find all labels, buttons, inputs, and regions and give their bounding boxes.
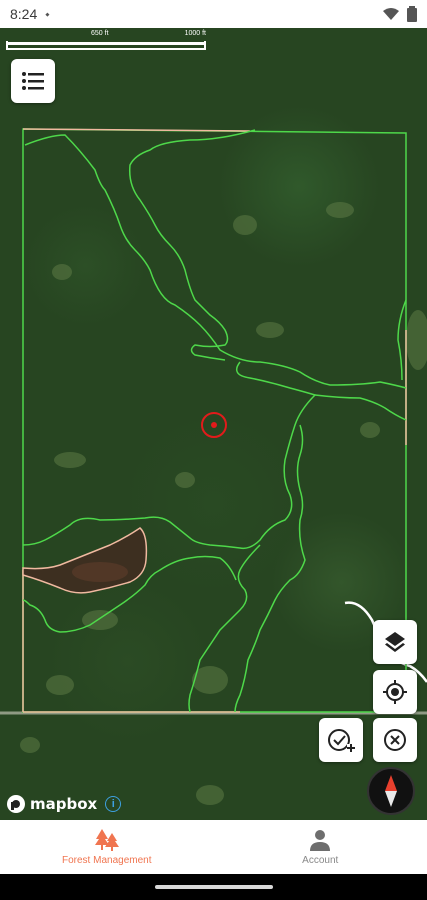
- scale-end-label: 1000 ft: [184, 30, 206, 37]
- bottom-nav: Forest Management Account: [0, 820, 427, 874]
- nav-account[interactable]: Account: [214, 820, 427, 874]
- scale-mid-label: 650 ft: [91, 30, 109, 37]
- status-time: 8:24: [10, 6, 38, 22]
- close-circle-icon: [384, 729, 406, 751]
- status-bar: 8:24 ⬩: [0, 0, 427, 28]
- mapbox-wordmark: mapbox: [30, 795, 98, 813]
- map-view[interactable]: 650 ft 1000 ft mapbox i: [0, 28, 427, 820]
- nav-account-label: Account: [302, 854, 339, 866]
- property-boundary: [22, 128, 407, 713]
- compass-icon: [385, 775, 397, 807]
- mapbox-attribution[interactable]: mapbox i: [6, 794, 122, 814]
- clearings: [20, 202, 427, 805]
- boundary-top-edge: [22, 128, 251, 132]
- notification-dot-icon: ⬩: [45, 6, 50, 21]
- status-icons: [383, 6, 417, 22]
- nav-forest-management[interactable]: Forest Management: [0, 820, 214, 874]
- pond-water: [72, 562, 128, 582]
- crosshair-icon: [383, 680, 407, 704]
- add-check-button[interactable]: [319, 718, 363, 762]
- pond: [22, 527, 148, 594]
- locate-button[interactable]: [373, 670, 417, 714]
- wifi-icon: [383, 8, 399, 20]
- mapbox-logo-icon: [7, 795, 25, 813]
- layers-icon: [385, 632, 405, 652]
- nav-forest-management-label: Forest Management: [62, 854, 152, 866]
- list-icon: [22, 72, 44, 90]
- person-icon: [310, 829, 331, 851]
- layers-button[interactable]: [373, 620, 417, 664]
- scale-line: [6, 41, 206, 50]
- stand-lines: [22, 129, 407, 713]
- info-icon[interactable]: i: [105, 796, 122, 812]
- scale-labels: 650 ft 1000 ft: [6, 30, 206, 39]
- trees-icon: [94, 828, 119, 851]
- gesture-bar: [0, 874, 427, 900]
- compass-button[interactable]: [367, 767, 415, 815]
- cancel-button[interactable]: [373, 718, 417, 762]
- map-overlay: [0, 128, 427, 805]
- menu-button[interactable]: [11, 59, 55, 103]
- scale-bar: 650 ft 1000 ft: [6, 30, 206, 54]
- battery-icon: [407, 6, 417, 22]
- check-plus-icon: [328, 729, 355, 752]
- home-gesture-pill[interactable]: [155, 885, 273, 889]
- target-marker-icon[interactable]: [201, 412, 227, 438]
